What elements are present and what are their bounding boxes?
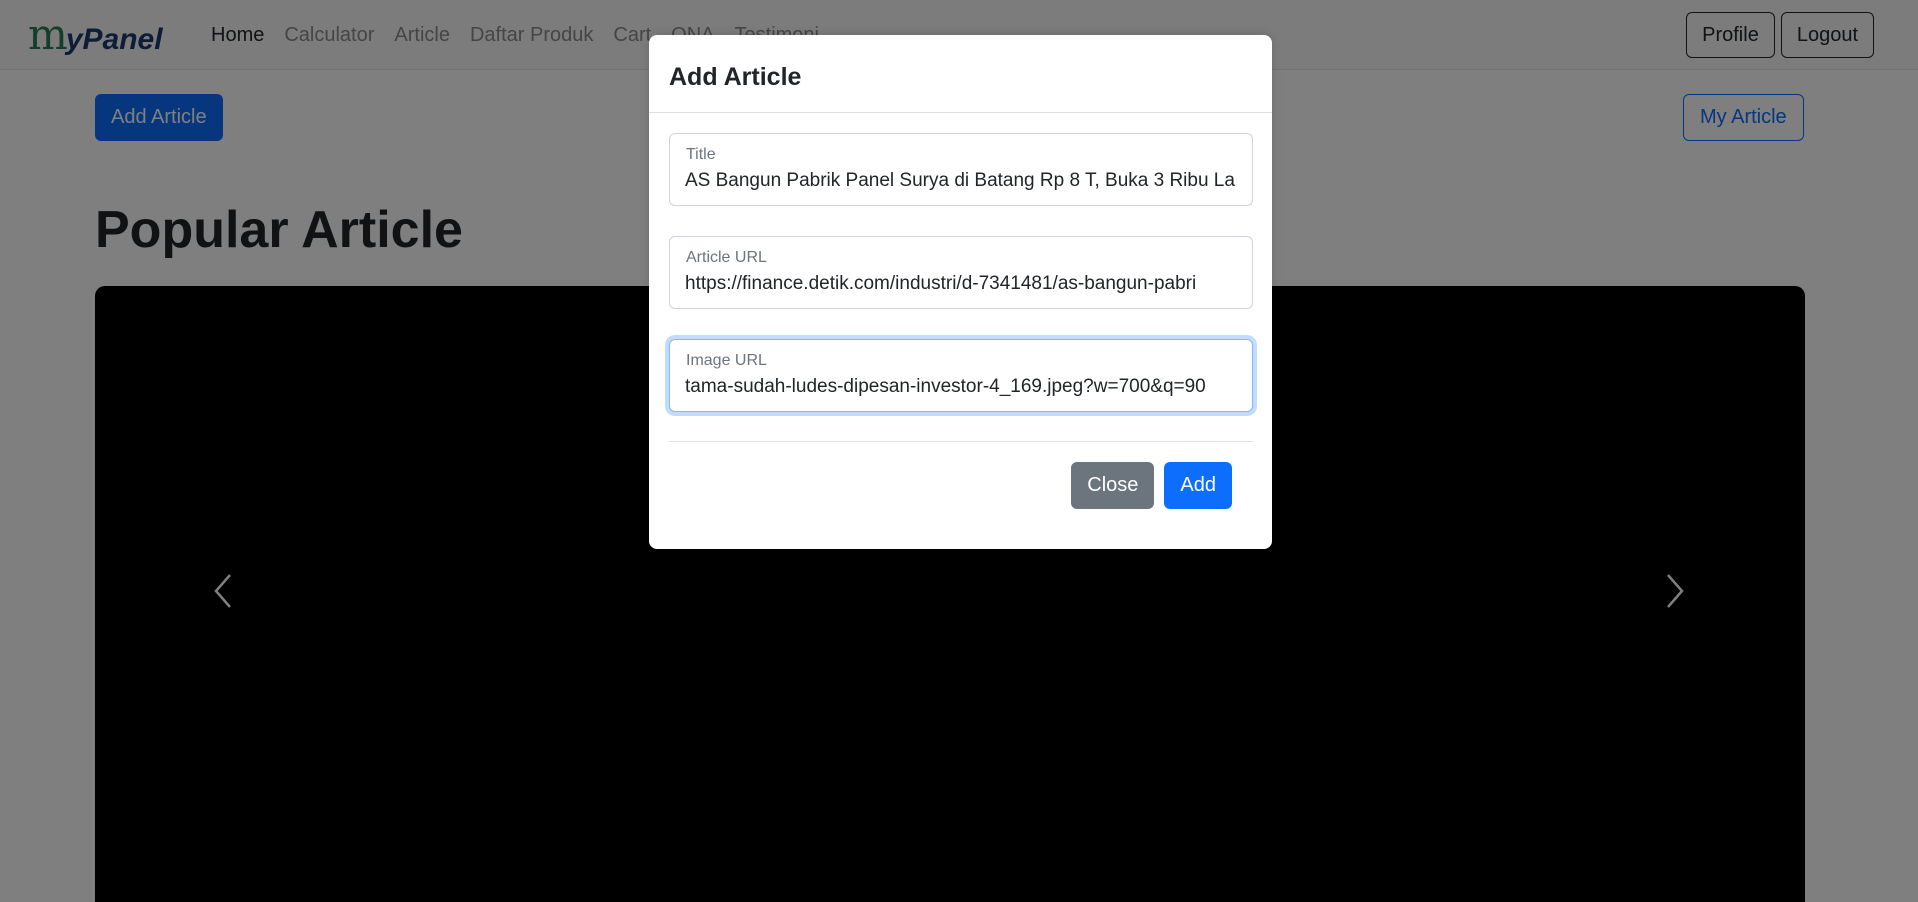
add-button[interactable]: Add xyxy=(1164,462,1232,509)
image-url-input[interactable]: tama-sudah-ludes-dipesan-investor-4_169.… xyxy=(685,376,1239,404)
add-article-modal: Add Article Title AS Bangun Pabrik Panel… xyxy=(649,35,1272,549)
modal-title: Add Article xyxy=(669,63,802,91)
image-url-label: Image URL xyxy=(686,352,767,369)
title-input[interactable]: AS Bangun Pabrik Panel Surya di Batang R… xyxy=(685,170,1239,198)
image-url-field: Image URL tama-sudah-ludes-dipesan-inves… xyxy=(669,339,1253,412)
modal-divider xyxy=(669,441,1253,442)
modal-footer: Close Add xyxy=(1071,462,1232,509)
close-button[interactable]: Close xyxy=(1071,462,1155,509)
title-field: Title AS Bangun Pabrik Panel Surya di Ba… xyxy=(669,133,1253,206)
article-url-field: Article URL https://finance.detik.com/in… xyxy=(669,236,1253,309)
article-url-label: Article URL xyxy=(686,249,767,266)
title-label: Title xyxy=(686,146,716,163)
modal-body: Title AS Bangun Pabrik Panel Surya di Ba… xyxy=(649,113,1272,442)
modal-header: Add Article xyxy=(649,35,1272,113)
article-url-input[interactable]: https://finance.detik.com/industri/d-734… xyxy=(685,273,1239,301)
